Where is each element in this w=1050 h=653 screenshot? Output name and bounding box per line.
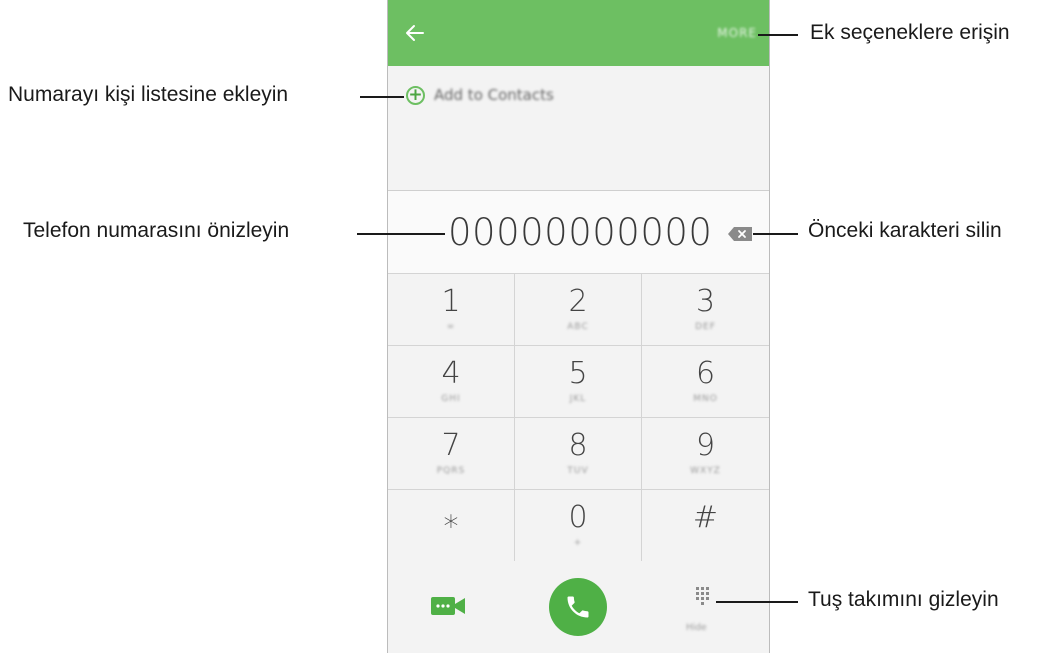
callout-line <box>753 233 798 235</box>
keypad: 1 ∞ 2 ABC 3 DEF 4 GHI 5 JKL 6 MNO 7 PQRS 8 TUV 9… <box>388 273 769 562</box>
keypad-icon[interactable] <box>694 585 714 611</box>
key-5[interactable]: 5 JKL <box>515 346 642 418</box>
number-display: 00000000000 <box>388 191 769 273</box>
key-hash[interactable]: # <box>642 490 769 562</box>
key-0[interactable]: 0 + <box>515 490 642 562</box>
key-8[interactable]: 8 TUV <box>515 418 642 490</box>
key-7[interactable]: 7 PQRS <box>388 418 515 490</box>
backspace-icon[interactable] <box>728 226 752 241</box>
key-6[interactable]: 6 MNO <box>642 346 769 418</box>
dialer-screen: MORE + Add to Contacts 00000000000 1 ∞ 2A… <box>387 0 770 653</box>
video-call-icon[interactable] <box>431 595 467 617</box>
call-button[interactable] <box>549 578 607 636</box>
callout-hide-keypad: Tuş takımını gizleyin <box>808 588 999 611</box>
callout-line <box>357 233 445 235</box>
phone-icon <box>567 596 589 618</box>
callout-line <box>360 96 404 98</box>
callout-line <box>758 34 798 36</box>
phone-number-text: 00000000000 <box>448 211 713 254</box>
key-2[interactable]: 2 ABC <box>515 274 642 346</box>
app-bar: MORE <box>388 0 769 66</box>
key-3[interactable]: 3 DEF <box>642 274 769 346</box>
key-star[interactable]: ⁎ <box>388 490 515 562</box>
key-4[interactable]: 4 GHI <box>388 346 515 418</box>
callout-more-options: Ek seçeneklere erişin <box>810 21 1010 44</box>
back-arrow-icon[interactable] <box>404 22 426 44</box>
callout-add-contact: Numarayı kişi listesine ekleyin <box>8 83 289 106</box>
callout-delete-char: Önceki karakteri silin <box>808 219 1002 242</box>
plus-circle-icon[interactable]: + <box>406 86 425 105</box>
callout-preview-number: Telefon numarasını önizleyin <box>23 219 290 242</box>
key-1[interactable]: 1 ∞ <box>388 274 515 346</box>
add-to-contacts-label[interactable]: Add to Contacts <box>434 86 554 104</box>
key-9[interactable]: 9 WXYZ <box>642 418 769 490</box>
hide-keypad-label: Hide <box>686 623 707 633</box>
bottom-bar: Hide <box>388 561 769 653</box>
callout-line <box>716 601 798 603</box>
add-to-contacts-row[interactable]: + Add to Contacts <box>388 66 769 190</box>
more-button[interactable]: MORE <box>717 26 757 40</box>
